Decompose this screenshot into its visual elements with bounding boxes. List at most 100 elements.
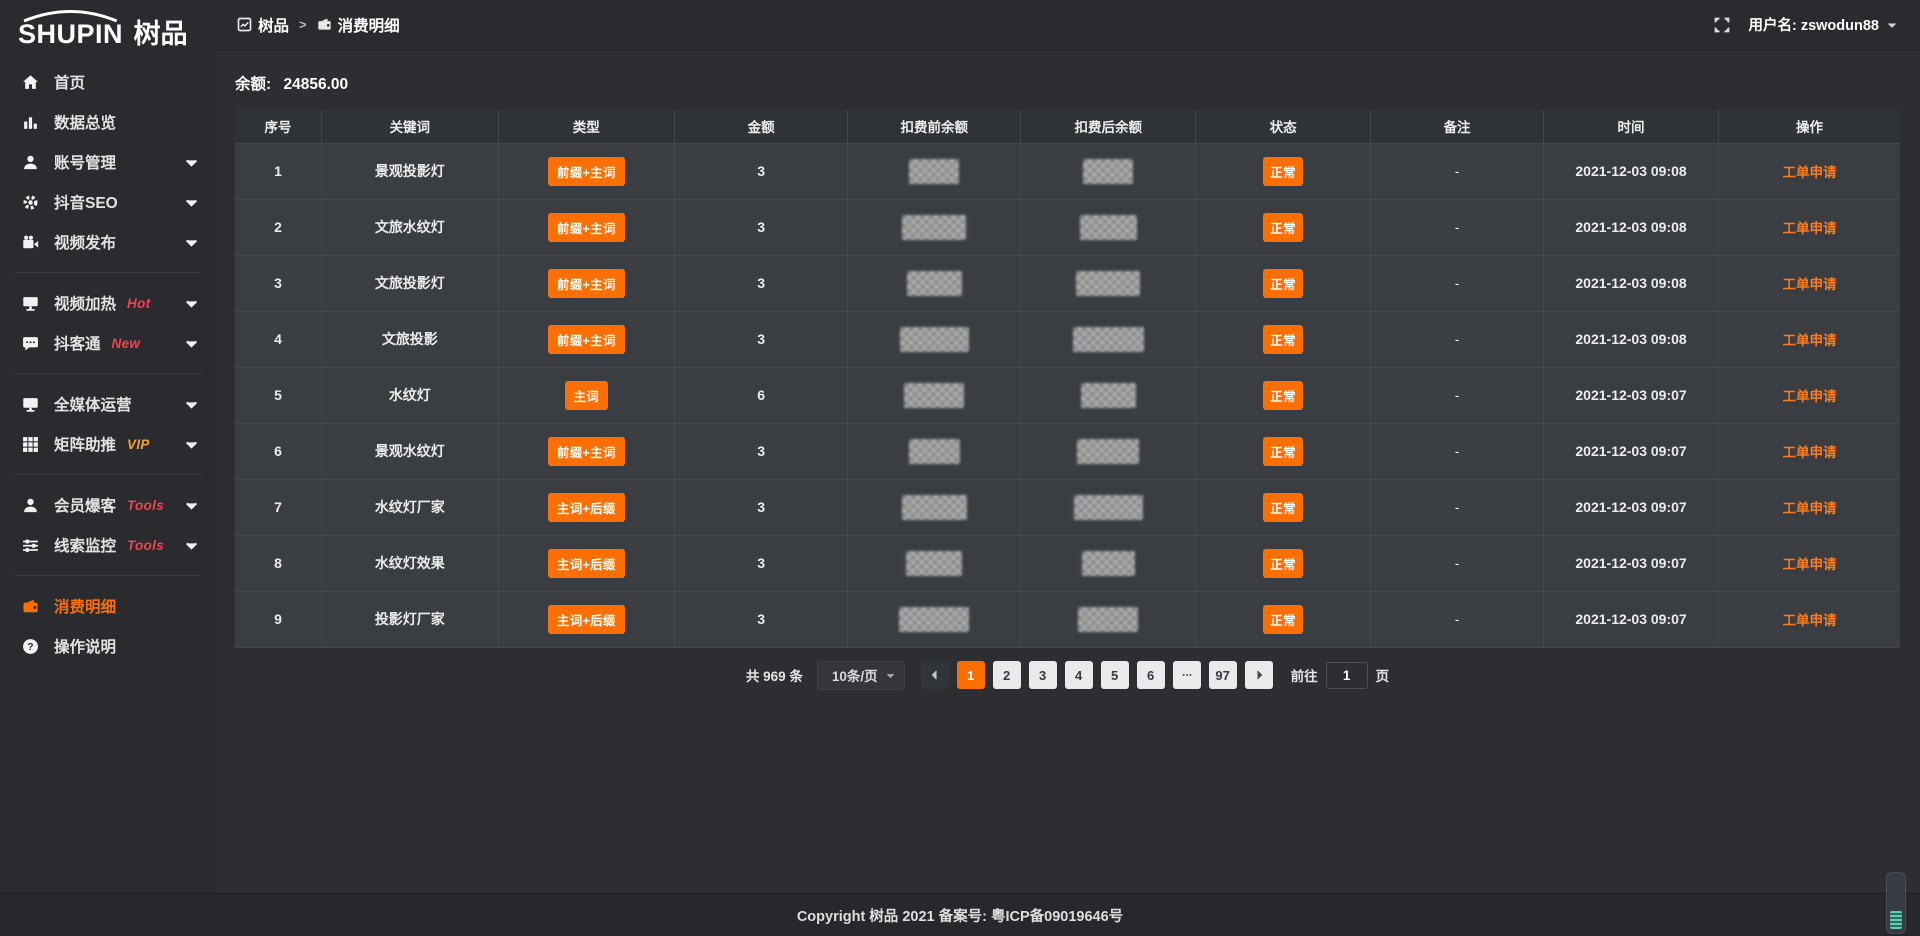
masked-value [1082, 551, 1135, 576]
user-dropdown[interactable]: 用户名: zswodun88 [1748, 14, 1898, 35]
breadcrumb-item-current[interactable]: 消费明细 [317, 14, 400, 36]
sliders-icon [22, 537, 39, 554]
goto-label: 前往 [1291, 665, 1318, 685]
work-order-link[interactable]: 工单申请 [1782, 445, 1836, 460]
sidebar-item-label: 首页 [54, 71, 85, 93]
sidebar-item-operation-guide[interactable]: ?操作说明 [0, 626, 215, 666]
sidebar-item-label: 操作说明 [54, 635, 116, 657]
masked-value [1077, 439, 1139, 464]
sidebar-item-label: 抖客通 [54, 332, 101, 354]
work-order-link[interactable]: 工单申请 [1782, 389, 1836, 404]
cell-type: 前缀+主词 [498, 255, 674, 311]
status-badge: 正常 [1263, 437, 1303, 466]
sidebar-item-doukertong[interactable]: 抖客通New [0, 323, 215, 363]
page-button-3[interactable]: 3 [1029, 661, 1057, 689]
masked-value [1078, 607, 1138, 632]
pagination: 共 969 条 10条/页 12345697 前往 页 [215, 661, 1920, 690]
sidebar-item-home[interactable]: 首页 [0, 62, 215, 102]
chevron-down-icon [183, 154, 200, 171]
next-page-button[interactable] [1245, 661, 1273, 689]
sidebar-item-member-burst[interactable]: 会员爆客Tools [0, 485, 215, 525]
scrollbar-widget[interactable] [1886, 872, 1906, 934]
table-wrap: 序号关键词类型金额扣费前余额扣费后余额状态备注时间操作 1景观投影灯前缀+主词3… [215, 110, 1920, 648]
page-button-5[interactable]: 5 [1101, 661, 1129, 689]
table-row: 3文旅投影灯前缀+主词3正常-2021-12-03 09:08工单申请 [235, 255, 1900, 311]
topbar: 树品 > 消费明细 用户名: zswodun88 [215, 0, 1920, 50]
cell-keyword: 景观水纹灯 [322, 423, 498, 479]
sidebar-divider [14, 474, 201, 475]
sidebar-item-badge: Tools [127, 498, 164, 513]
work-order-link[interactable]: 工单申请 [1782, 613, 1836, 628]
breadcrumb-item-root[interactable]: 树品 [237, 14, 289, 36]
cell-time: 2021-12-03 09:08 [1544, 199, 1719, 255]
user-icon [22, 154, 39, 171]
cell-balance-after [1021, 591, 1196, 647]
masked-value [909, 439, 960, 464]
column-header: 状态 [1196, 110, 1371, 143]
logo: SHUPIN 树品 [0, 0, 215, 54]
sidebar-divider [14, 575, 201, 576]
home-icon [22, 74, 39, 91]
chevron-down-icon [183, 396, 200, 413]
work-order-link[interactable]: 工单申请 [1782, 557, 1836, 572]
cell-balance-after [1021, 255, 1196, 311]
type-badge: 前缀+主词 [548, 213, 625, 242]
topbar-right: 用户名: zswodun88 [1714, 14, 1898, 35]
chevron-left-icon [929, 669, 941, 681]
sidebar: SHUPIN 树品 首页数据总览账号管理抖音SEO 视频发布视频加热Hot抖客通N… [0, 0, 215, 936]
sidebar-item-label: 消费明细 [54, 595, 116, 617]
table-row: 4文旅投影前缀+主词3正常-2021-12-03 09:08工单申请 [235, 311, 1900, 367]
masked-value [1074, 495, 1143, 520]
cell-time: 2021-12-03 09:08 [1544, 143, 1719, 199]
type-badge: 主词 [565, 381, 609, 410]
page-size-select[interactable]: 10条/页 [817, 661, 905, 690]
table-header-row: 序号关键词类型金额扣费前余额扣费后余额状态备注时间操作 [235, 110, 1900, 143]
page-buttons: 123456 97 [957, 661, 1237, 689]
sidebar-item-label: 数据总览 [54, 111, 116, 133]
status-badge: 正常 [1263, 213, 1303, 242]
sidebar-item-matrix-boost[interactable]: 矩阵助推VIP [0, 424, 215, 464]
more-pages-button[interactable] [1173, 661, 1201, 689]
cell-status: 正常 [1196, 311, 1371, 367]
sidebar-item-douyin-seo[interactable]: 抖音SEO [0, 182, 215, 222]
page-button-4[interactable]: 4 [1065, 661, 1093, 689]
fullscreen-icon[interactable] [1714, 17, 1730, 33]
chevron-down-icon [183, 497, 200, 514]
sidebar-item-consume-detail[interactable]: 消费明细 [0, 586, 215, 626]
sidebar-item-data-overview[interactable]: 数据总览 [0, 102, 215, 142]
work-order-link[interactable]: 工单申请 [1782, 221, 1836, 236]
masked-value [906, 551, 962, 576]
work-order-link[interactable]: 工单申请 [1782, 277, 1836, 292]
sidebar-item-all-media[interactable]: 全媒体运营 [0, 384, 215, 424]
sidebar-item-video-heat[interactable]: 视频加热Hot [0, 283, 215, 323]
chevron-down-icon [183, 234, 200, 251]
work-order-link[interactable]: 工单申请 [1782, 333, 1836, 348]
cell-action: 工单申请 [1718, 199, 1900, 255]
cell-note: - [1370, 311, 1543, 367]
cell-balance-before [848, 199, 1021, 255]
masked-value [1083, 159, 1133, 184]
cell-amount: 3 [675, 143, 848, 199]
status-badge: 正常 [1263, 549, 1303, 578]
page-button-2[interactable]: 2 [993, 661, 1021, 689]
masked-value [900, 327, 969, 352]
type-badge: 主词+后缀 [548, 493, 625, 522]
page-button-1[interactable]: 1 [957, 661, 985, 689]
cell-balance-after [1021, 199, 1196, 255]
sidebar-item-video-publish[interactable]: 视频发布 [0, 222, 215, 262]
scrollbar-thumb[interactable] [1890, 911, 1902, 929]
cell-index: 7 [235, 479, 322, 535]
cell-keyword: 水纹灯 [322, 367, 498, 423]
masked-value [1076, 271, 1140, 296]
sidebar-item-account-manage[interactable]: 账号管理 [0, 142, 215, 182]
table-row: 2文旅水纹灯前缀+主词3正常-2021-12-03 09:08工单申请 [235, 199, 1900, 255]
sidebar-item-clue-monitor[interactable]: 线索监控Tools [0, 525, 215, 565]
work-order-link[interactable]: 工单申请 [1782, 501, 1836, 516]
consume-table: 序号关键词类型金额扣费前余额扣费后余额状态备注时间操作 1景观投影灯前缀+主词3… [235, 110, 1900, 648]
goto-page-input[interactable] [1326, 662, 1368, 689]
work-order-link[interactable]: 工单申请 [1782, 165, 1836, 180]
prev-page-button[interactable] [921, 661, 949, 689]
page-button-97[interactable]: 97 [1209, 661, 1237, 689]
sidebar-item-label: 抖音SEO [54, 191, 118, 213]
page-button-6[interactable]: 6 [1137, 661, 1165, 689]
